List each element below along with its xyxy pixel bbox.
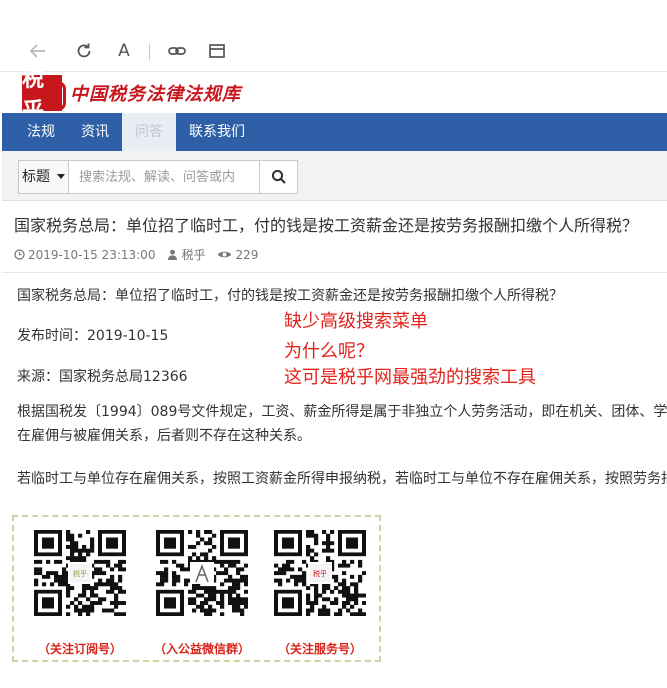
nav-item-news[interactable]: 资讯 — [68, 113, 122, 151]
annotation-line-2: 为什么呢？ — [284, 341, 374, 362]
browser-toolbar: A — [0, 30, 667, 72]
search-button[interactable] — [259, 161, 297, 193]
search-icon — [271, 169, 286, 184]
search-select-value: 标题 — [22, 169, 50, 185]
annotation-line-1: 缺少高级搜索菜单 — [284, 311, 428, 332]
text-size-icon[interactable]: A — [113, 40, 135, 62]
eye-icon — [218, 251, 232, 258]
body-paragraph-rule: 根据国税发〔1994〕089号文件规定，工资、薪金所得是属于非独立个人劳务活动，… — [17, 400, 667, 448]
search-box: 标题 — [18, 160, 298, 194]
article-title: 国家税务总局：单位招了临时工，付的钱是按工资薪金还是按劳务报酬扣缴个人所得税？ — [14, 216, 639, 235]
logo-text: 中国税务法律法规库 — [70, 84, 241, 105]
qr-center-logo-text: 税乎 — [313, 569, 327, 578]
qr-code-panel: 税乎 （关注订阅号） （入公益微信群） 税乎 （关注服务号） — [12, 515, 381, 662]
back-arrow-icon[interactable] — [27, 40, 49, 62]
article-meta: 2019-10-15 23:13:00 税乎 229 — [14, 246, 270, 263]
qr-item-wechat-group: （入公益微信群） — [152, 530, 252, 657]
qr-center-logo-text: 税乎 — [73, 569, 87, 578]
qr-label: （关注服务号） — [277, 642, 362, 656]
reload-icon[interactable] — [73, 40, 95, 62]
article-author: 税乎 — [167, 246, 205, 263]
article-author-text: 税乎 — [181, 248, 206, 262]
clock-icon — [14, 249, 25, 260]
body-paragraph-conclusion: 若临时工与单位存在雇佣关系，按照工资薪金所得申报纳税，若临时工与单位不存在雇佣关… — [17, 471, 667, 487]
body-paragraph-rule-line2: 在雇佣与被雇佣关系，后者则不存在这种关系。 — [17, 428, 311, 444]
article-views: 229 — [217, 248, 258, 262]
search-bar: 标题 — [2, 151, 667, 201]
body-paragraph-rule-line1: 根据国税发〔1994〕089号文件规定，工资、薪金所得是属于非独立个人劳务活动，… — [17, 404, 667, 420]
window-icon[interactable] — [206, 40, 228, 62]
search-input[interactable] — [69, 161, 259, 193]
body-paragraph-title: 国家税务总局：单位招了临时工，付的钱是按工资薪金还是按劳务报酬扣缴个人所得税？ — [17, 288, 563, 304]
link-icon[interactable] — [166, 40, 188, 62]
nav-item-contact[interactable]: 联系我们 — [176, 113, 258, 151]
logo-mark: 税乎 — [22, 66, 66, 124]
qr-code-image: 税乎 — [34, 530, 126, 616]
qr-label: （入公益微信群） — [153, 642, 250, 656]
qr-label: （关注订阅号） — [37, 642, 122, 656]
article-date-text: 2019-10-15 23:13:00 — [28, 247, 156, 262]
qr-code-image — [156, 530, 248, 616]
nav-item-qa[interactable]: 问答 — [122, 113, 176, 151]
qr-code-image: 税乎 — [274, 530, 366, 616]
body-source: 来源：国家税务总局12366 — [17, 369, 188, 385]
body-publish-date: 发布时间：2019-10-15 — [17, 328, 169, 344]
article-views-count: 229 — [235, 247, 259, 262]
search-field-select[interactable]: 标题 — [19, 161, 69, 193]
nav-item-regulations[interactable]: 法规 — [2, 113, 68, 151]
header-divider — [2, 272, 667, 273]
qr-item-service: 税乎 （关注服务号） — [270, 530, 370, 657]
article-date: 2019-10-15 23:13:00 — [14, 248, 155, 262]
user-icon — [168, 249, 178, 260]
caret-down-icon — [57, 174, 65, 179]
toolbar-separator — [149, 44, 150, 60]
annotation-line-3: 这可是税乎网最强劲的搜索工具 — [284, 367, 536, 388]
main-nav: 法规 资讯 问答 联系我们 — [2, 113, 667, 151]
qr-item-subscription: 税乎 （关注订阅号） — [30, 530, 130, 657]
site-logo[interactable]: 税乎 中国税务法律法规库 — [22, 66, 241, 124]
